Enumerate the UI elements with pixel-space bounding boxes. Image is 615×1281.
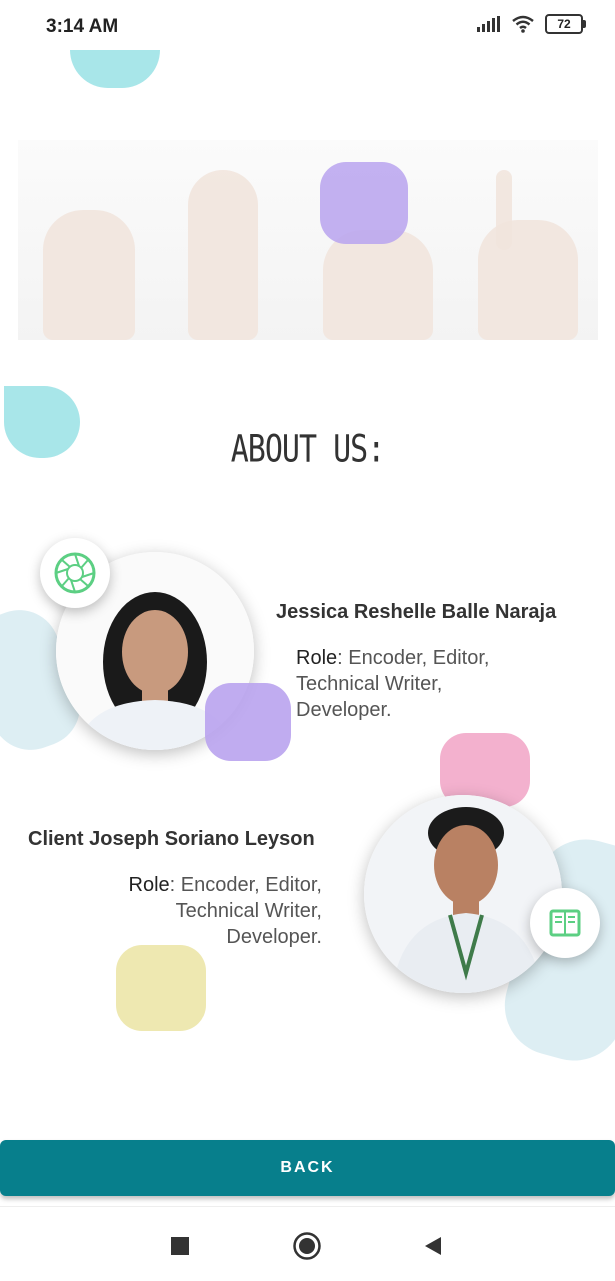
member-2-role-label: Role [128,874,170,896]
member-1-role-line3: Developer. [296,699,392,721]
member-1-role-text: : Encoder, Editor, [337,647,490,669]
circle-icon [293,1232,321,1260]
member-1-role: Role: Encoder, Editor, Technical Writer,… [296,645,489,723]
member-1-name: Jessica Reshelle Balle Naraja [276,601,557,623]
signal-icon [477,16,500,32]
status-time: 3:14 AM [46,16,119,37]
decor-purple-square-1 [205,683,291,761]
sign-language-hands-image [18,140,598,340]
member-2-role-line3: Developer. [226,926,322,948]
page-title: ABOUT US: [230,427,386,472]
decor-yellow-square [116,945,206,1031]
member-2-name: Client Joseph Soriano Leyson [28,828,315,850]
home-button[interactable] [292,1231,322,1261]
decor-cyan-top [70,50,160,88]
member-2-badge [530,888,600,958]
member-1-role-label: Role [296,647,338,669]
battery-indicator: 72 [545,14,586,34]
triangle-back-icon [425,1237,441,1255]
member-1-role-line2: Technical Writer, [296,673,443,695]
member-2-role: Role: Encoder, Editor, Technical Writer,… [129,872,322,950]
system-nav-bar [0,1206,615,1281]
status-icons: 72 [477,14,586,34]
wifi-icon [512,15,534,33]
member-1-badge [40,538,110,608]
member-2-role-line2: Technical Writer, [175,900,322,922]
camera-aperture-icon [54,552,96,594]
member-2-photo [364,795,562,993]
member-2-role-text: : Encoder, Editor, [169,874,322,896]
nav-back-button[interactable] [418,1231,448,1261]
recents-button[interactable] [165,1231,195,1261]
status-bar: 3:14 AM 72 [0,0,615,52]
book-icon [549,909,581,937]
square-icon [171,1237,189,1255]
back-button[interactable]: BACK [0,1140,615,1196]
